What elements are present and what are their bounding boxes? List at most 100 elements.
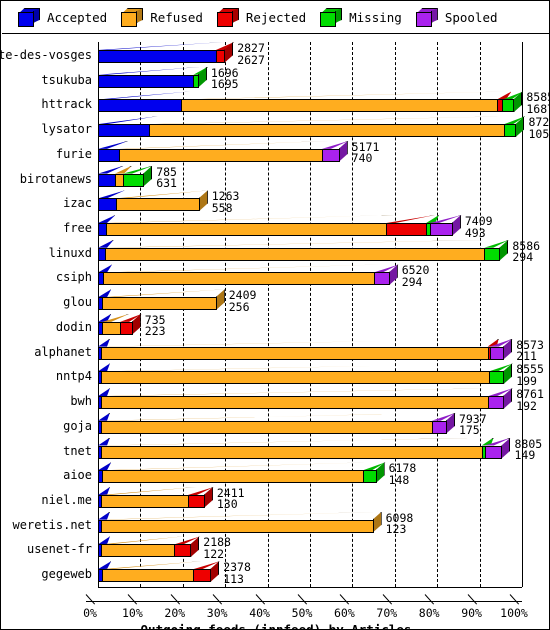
chart-root: Accepted Refused Rejected Missing Spooled be… — [0, 0, 550, 630]
y-axis-category-label: tsukuba — [41, 72, 92, 87]
bar-segment-top-refused — [100, 363, 498, 372]
bar-segment-accepted — [98, 247, 105, 261]
y-axis-category-label: bete-des-vosges — [1, 48, 92, 62]
bar-segment-accepted — [98, 198, 116, 212]
x-axis-tick-label: 80% — [418, 606, 440, 620]
bar-segment-spooled — [373, 272, 390, 286]
y-axis-category-label: lysator — [41, 122, 92, 137]
bar-segment-top-accepted — [98, 215, 116, 224]
x-axis-tick-label: 0% — [83, 606, 97, 620]
bar-value-secondary: 1687 — [526, 101, 549, 116]
bar-segment-refused — [100, 445, 482, 459]
legend-item-refused: Refused — [121, 8, 203, 27]
bar-segment-rejected — [215, 50, 226, 63]
bar-value-labels: 2188 122 — [203, 537, 231, 560]
x-tick-mark — [467, 594, 477, 605]
bar-value-secondary: 294 — [512, 250, 534, 265]
table-row: birotanews 785 631 — [2, 165, 549, 191]
bar-segment-top-accepted — [98, 437, 110, 446]
x-tick-mark — [424, 594, 435, 605]
bar-segment-top-accepted — [98, 536, 110, 545]
table-row: csiph 6520 294 — [2, 264, 549, 289]
bar-segment-refused — [149, 124, 505, 138]
bar-segment-top-accepted — [98, 412, 110, 421]
legend-item-rejected: Rejected — [216, 8, 306, 27]
bar-segment-rejected — [386, 223, 427, 237]
table-row: furie 5171 740 — [2, 140, 549, 166]
rejected-cube-icon — [216, 8, 239, 27]
bar-value-labels: 85851687 — [526, 92, 549, 116]
bar-segment-missing — [504, 124, 517, 138]
bar-value-secondary: 122 — [203, 546, 225, 561]
bar-segment-top-refused — [100, 412, 441, 421]
bar-segment-spooled — [484, 445, 503, 459]
bar-value-secondary: 1059 — [528, 126, 550, 141]
bar-segment-refused — [100, 519, 374, 533]
y-axis-category-label: tnet — [63, 443, 92, 458]
bar-segment-refused — [100, 544, 175, 558]
bar-segment-top-accepted — [98, 289, 112, 298]
legend-label: Refused — [150, 10, 203, 25]
bar-segment-missing — [488, 371, 505, 385]
table-row: free 7409 493 — [2, 215, 549, 240]
x-axis-tick-label: 60% — [334, 606, 355, 620]
legend-item-accepted: Accepted — [18, 8, 107, 27]
x-tick-mark — [382, 594, 392, 605]
bar-value-secondary: 149 — [514, 448, 536, 463]
x-tick-mark — [255, 594, 265, 605]
bar-value-labels: 8761 192 — [516, 389, 544, 412]
bar-segment-accepted — [98, 50, 216, 63]
bar-value-secondary: 2627 — [237, 52, 265, 67]
bar-segment-rejected — [193, 569, 212, 583]
x-tick-mark — [340, 594, 350, 605]
x-axis-tick-label: 30% — [206, 606, 228, 620]
x-tick-mark — [297, 594, 308, 605]
bar-value-labels: 6098 123 — [386, 512, 414, 536]
table-row: glou 2409 256 — [2, 289, 549, 314]
bar-value-secondary: 223 — [144, 324, 166, 339]
table-row: goja 7937 175 — [2, 412, 549, 438]
bar-segment-top-refused — [103, 264, 383, 273]
y-axis-category-label: bwh — [70, 394, 92, 409]
x-axis-tick-label: 50% — [291, 606, 313, 620]
bar-value-labels: 2409 256 — [229, 290, 257, 313]
bar-value-labels: 6520 294 — [402, 265, 430, 288]
bar-segment-top-refused — [100, 511, 383, 520]
y-axis-category-label: alphanet — [34, 344, 92, 359]
bar-segment-refused — [115, 198, 200, 212]
bar-segment-top-refused — [100, 437, 491, 446]
x-axis-back-line — [98, 587, 522, 588]
bar-segment-refused — [104, 247, 485, 261]
y-axis-category-label: csiph — [55, 270, 92, 285]
spooled-cube-icon — [415, 8, 438, 27]
bar-value-labels: 2827 2627 — [237, 42, 265, 67]
bar-segment-top-accepted — [98, 264, 113, 273]
bar-segment-top-refused — [106, 215, 396, 224]
bar-segment-refused — [102, 297, 217, 311]
bar-value-labels: 8586 294 — [512, 240, 540, 265]
bar-value-secondary: 1695 — [210, 77, 239, 92]
x-tick-mark — [128, 594, 138, 605]
y-axis-category-label: gegeweb — [41, 567, 92, 582]
bar-value-labels: 8805 149 — [514, 438, 542, 463]
bar-segment-missing — [484, 247, 501, 261]
bar-value-labels: 2378 113 — [223, 562, 251, 585]
table-row: linuxd 8586 294 — [2, 239, 549, 265]
bar-value-secondary: 113 — [223, 571, 244, 586]
bar-segment-top-accepted — [98, 338, 110, 347]
bar-value-labels: 1696 1695 — [210, 67, 239, 92]
table-row: weretis.net 6098 123 — [2, 511, 549, 537]
y-axis-category-label: aioe — [63, 468, 92, 483]
table-row: dodin 735 223 — [2, 313, 549, 339]
x-axis-tick-label: 20% — [164, 606, 186, 620]
y-axis-category-label: httrack — [41, 97, 92, 112]
bar-value-secondary: 493 — [464, 225, 486, 240]
x-axis-tick-label: 90% — [461, 606, 482, 620]
legend-label: Missing — [349, 10, 402, 25]
bar-segment-refused — [119, 148, 322, 162]
bar-value-secondary: 631 — [156, 176, 177, 191]
bar-segment-top-rejected — [386, 215, 436, 224]
y-axis-category-label: goja — [63, 418, 92, 433]
bar-segment-rejected — [187, 494, 205, 508]
bar-value-labels: 8555 199 — [516, 364, 544, 387]
